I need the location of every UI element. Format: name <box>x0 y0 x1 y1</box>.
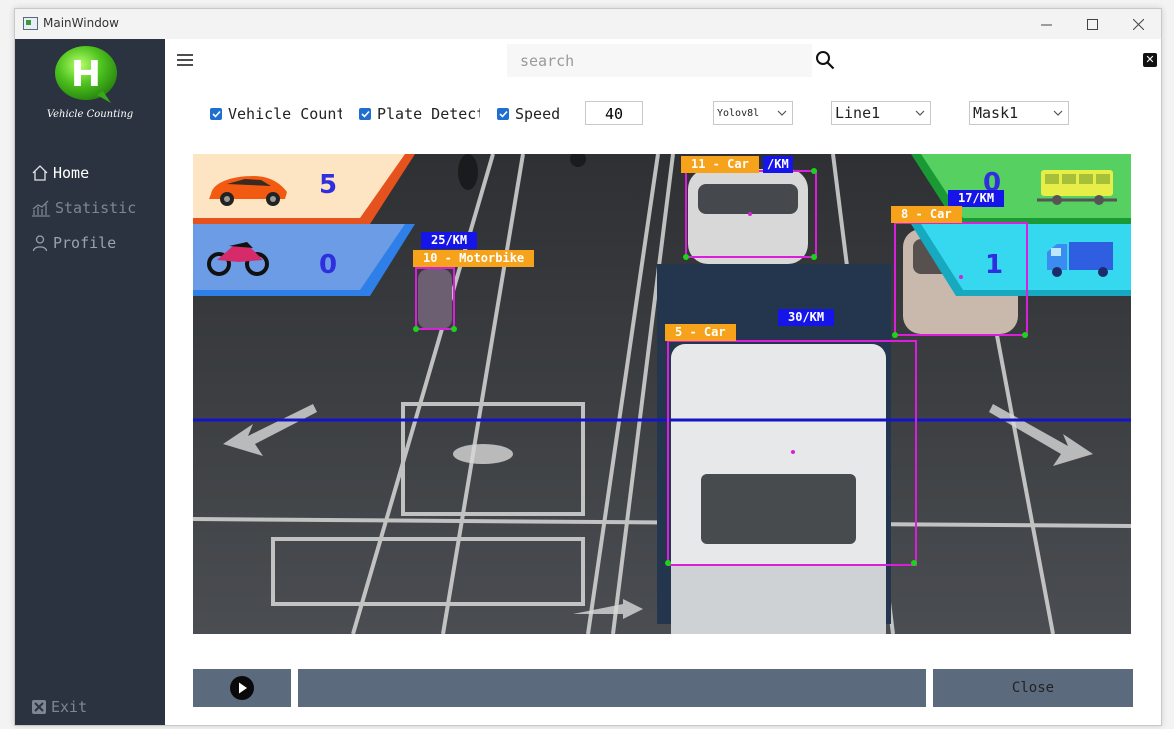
line-select[interactable]: Line1 <box>831 101 931 125</box>
menu-icon[interactable] <box>177 53 193 67</box>
sidebar-item-label: Statistic <box>55 199 137 217</box>
vehicle-count-checkbox[interactable]: Vehicle Count <box>210 103 342 125</box>
motorbike-counter-panel <box>193 224 415 296</box>
model-select-value: Yolov8l <box>717 107 760 119</box>
home-icon <box>32 165 48 181</box>
plate-detect-checkbox[interactable]: Plate Detect <box>359 103 480 125</box>
car-count: 5 <box>319 170 338 200</box>
mask-select-value: Mask1 <box>973 104 1019 122</box>
app-icon <box>23 17 38 30</box>
bus-icon <box>1037 170 1117 205</box>
speed-checkbox[interactable]: Speed <box>497 103 577 125</box>
detection-label: 10 - Motorbike <box>413 250 535 267</box>
chart-icon <box>32 200 50 217</box>
speed-label-box: 17/KM <box>948 190 1005 207</box>
box-corner <box>451 326 457 332</box>
car-counter-panel <box>193 154 415 224</box>
box-corner <box>413 326 419 332</box>
maximize-button[interactable] <box>1069 9 1115 39</box>
sidebar-item-profile[interactable]: Profile <box>31 231 116 255</box>
search-icon[interactable] <box>815 50 835 70</box>
box-corner <box>911 560 917 566</box>
close-panel-button[interactable]: ✕ <box>1143 53 1157 67</box>
video-frame: 5 0 0 1 /KM 11 - Car 17/KM 8 - Car 25/KM… <box>193 154 1131 634</box>
detection-label: 11 - Car <box>681 156 759 173</box>
app-logo-icon: H <box>55 46 117 103</box>
svg-text:H: H <box>71 54 101 95</box>
checkbox-checked-icon <box>359 108 371 120</box>
box-corner <box>683 254 689 260</box>
close-window-button[interactable] <box>1115 9 1161 39</box>
detection-box <box>894 222 1028 336</box>
box-corner <box>665 560 671 566</box>
sidebar: H Vehicle Counting Home Statistic Profil… <box>15 39 165 725</box>
speed-label-box: 25/KM <box>421 232 478 249</box>
progress-slider[interactable] <box>298 669 926 707</box>
line-select-value: Line1 <box>835 104 881 122</box>
checkbox-checked-icon <box>210 108 222 120</box>
box-center <box>748 212 752 216</box>
box-corner <box>892 332 898 338</box>
mask-select[interactable]: Mask1 <box>969 101 1069 125</box>
box-corner <box>811 254 817 260</box>
speed-limit-input[interactable]: 40 <box>585 101 643 125</box>
detection-label: 5 - Car <box>665 324 736 341</box>
motorbike-count: 0 <box>319 250 338 280</box>
main-window: MainWindow H Vehicle Counting Home Stati… <box>14 8 1162 726</box>
minimize-button[interactable] <box>1023 9 1069 39</box>
user-icon <box>32 235 48 252</box>
chevron-down-icon <box>1053 110 1063 116</box>
sidebar-item-statistic[interactable]: Statistic <box>31 196 136 220</box>
speed-label: Speed <box>515 105 561 123</box>
sidebar-item-label: Profile <box>53 234 117 252</box>
play-icon <box>230 676 254 700</box>
plate-detect-label: Plate Detect <box>377 105 480 123</box>
exit-button[interactable]: Exit <box>31 695 87 719</box>
detection-label: 8 - Car <box>891 206 962 223</box>
exit-label: Exit <box>51 698 88 716</box>
close-icon <box>1132 18 1144 30</box>
speed-label-box: 30/KM <box>778 309 835 326</box>
chevron-down-icon <box>915 110 925 116</box>
checkbox-checked-icon <box>497 108 509 120</box>
sidebar-item-home[interactable]: Home <box>31 161 89 185</box>
sidebar-item-label: Home <box>53 164 90 182</box>
speed-label-box: /KM <box>763 156 793 173</box>
box-center <box>959 275 963 279</box>
chevron-down-icon <box>777 110 787 116</box>
box-corner <box>811 168 817 174</box>
window-title: MainWindow <box>43 16 119 30</box>
logo-caption: Vehicle Counting <box>46 109 134 120</box>
minimize-icon <box>1040 24 1052 25</box>
box-center <box>791 450 795 454</box>
close-button[interactable]: Close <box>933 669 1133 707</box>
title-bar: MainWindow <box>15 9 1161 39</box>
maximize-icon <box>1086 18 1098 30</box>
model-select[interactable]: Yolov8l <box>713 101 793 125</box>
vehicle-count-label: Vehicle Count <box>228 105 342 123</box>
search-input[interactable] <box>507 44 812 77</box>
main-area: ✕ Vehicle Count Plate Detect Speed 40 Yo… <box>165 39 1161 725</box>
play-button[interactable] <box>193 669 291 707</box>
detection-box <box>415 267 455 330</box>
box-corner <box>1022 332 1028 338</box>
exit-icon <box>32 700 46 714</box>
